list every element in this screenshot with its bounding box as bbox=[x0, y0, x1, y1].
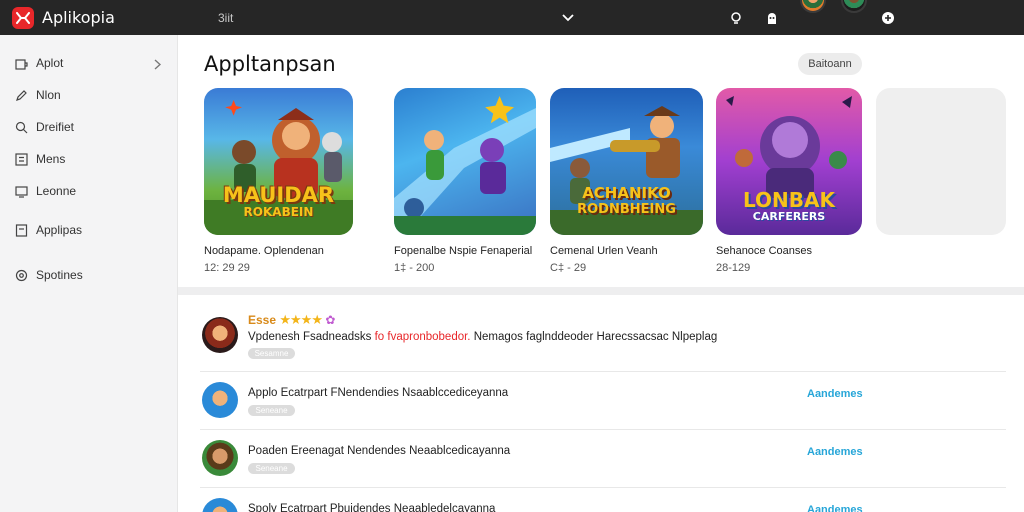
sidebar-item-label: Aplot bbox=[36, 56, 64, 70]
game-artwork bbox=[394, 88, 536, 235]
puzzle-icon bbox=[14, 56, 28, 70]
card-title: Fopenalbe Nspie Fenaperial bbox=[394, 245, 533, 257]
app-card-placeholder[interactable] bbox=[876, 88, 1006, 235]
pen-icon bbox=[14, 88, 28, 102]
gear-icon bbox=[14, 268, 28, 282]
divider bbox=[200, 487, 1006, 488]
sidebar-item-label: Leonne bbox=[36, 184, 77, 198]
sidebar-item-label: Nlon bbox=[36, 88, 61, 102]
sidebar-item-label: Spotines bbox=[36, 268, 83, 282]
chevron-right-icon[interactable] bbox=[154, 57, 162, 75]
avatar bbox=[202, 498, 238, 512]
game-banner: ACHANIKO RODNBHEING bbox=[577, 184, 676, 217]
sidebar-item-label: Dreifiet bbox=[36, 120, 75, 134]
sidebar-item-dreifiet[interactable]: Dreifiet bbox=[14, 120, 74, 134]
search-icon bbox=[14, 120, 28, 134]
avatar[interactable] bbox=[800, 0, 826, 13]
game-artwork: LONBAK CARFERERS bbox=[716, 88, 862, 235]
page-title: Appltanpsan bbox=[204, 52, 336, 76]
sidebar-item-nlon[interactable]: Nlon bbox=[14, 88, 61, 102]
app-card[interactable]: LONBAK CARFERERS Sehanoce Coanses 28-129 bbox=[716, 88, 862, 274]
review-action-link[interactable]: Aandemes bbox=[807, 504, 863, 512]
sidebar-item-applipas[interactable]: Applipas bbox=[14, 223, 82, 237]
search-input[interactable]: 3iit bbox=[210, 5, 582, 31]
review-action-link[interactable]: Aandemes bbox=[807, 388, 863, 400]
search-text: 3iit bbox=[218, 10, 234, 25]
chevron-down-icon[interactable] bbox=[562, 11, 574, 25]
sidebar-item-aplot[interactable]: Aplot bbox=[14, 56, 63, 70]
section-divider bbox=[178, 287, 1024, 295]
divider bbox=[200, 429, 1006, 430]
review-action-link[interactable]: Aandemes bbox=[807, 446, 863, 458]
app-card[interactable]: Fopenalbe Nspie Fenaperial 1‡ - 200 bbox=[394, 88, 536, 274]
review-text: Spoly Ecatrpart Pbuidendes Neaabledelcay… bbox=[248, 503, 496, 512]
brand[interactable]: Aplikopia bbox=[0, 6, 200, 29]
card-meta: C‡ - 29 bbox=[550, 262, 587, 274]
status-badge: Seneane bbox=[248, 405, 295, 416]
card-meta: 12: 29 29 bbox=[204, 262, 250, 274]
sidebar-item-label: Applipas bbox=[36, 223, 83, 237]
app-logo-icon bbox=[12, 6, 34, 29]
review-text: Vpdenesh Fsadneadsks fo fvapronbobedor. … bbox=[248, 331, 718, 343]
card-title: Cemenal Urlen Veanh bbox=[550, 245, 658, 257]
sidebar-item-mens[interactable]: Mens bbox=[14, 152, 65, 166]
sidebar-item-leonne[interactable]: Leonne bbox=[14, 184, 76, 198]
avatar bbox=[202, 440, 238, 476]
see-all-button[interactable]: Baitoann bbox=[798, 53, 862, 75]
document-icon bbox=[14, 223, 28, 237]
game-banner: LONBAK CARFERERS bbox=[743, 188, 835, 223]
game-artwork: MAUIDAR ROKABEIN bbox=[204, 88, 353, 235]
status-badge: Seneane bbox=[248, 463, 295, 474]
avatar bbox=[202, 382, 238, 418]
user-add-icon[interactable] bbox=[876, 6, 900, 30]
app-card[interactable]: ACHANIKO RODNBHEING Cemenal Urlen Veanh … bbox=[550, 88, 703, 274]
top-bar: Aplikopia 3iit bbox=[0, 0, 1024, 35]
game-artwork: ACHANIKO RODNBHEING bbox=[550, 88, 703, 235]
review-text: Applo Ecatrpart FNendendies Nsaablccedic… bbox=[248, 387, 509, 399]
notification-icon[interactable] bbox=[724, 6, 748, 30]
sidebar-item-spotines[interactable]: Spotines bbox=[14, 268, 83, 282]
card-title: Nodapame. Oplendenan bbox=[204, 245, 324, 257]
review-header: Esse ★★★★ ✿ bbox=[248, 312, 335, 328]
star-rating: ★★★★ bbox=[279, 312, 323, 327]
card-title: Sehanoce Coanses bbox=[716, 245, 813, 257]
monitor-icon bbox=[14, 184, 28, 198]
game-banner: MAUIDAR ROKABEIN bbox=[222, 183, 335, 219]
card-meta: 1‡ - 200 bbox=[394, 262, 435, 274]
reviewer-name: Esse bbox=[248, 313, 277, 327]
sidebar-item-label: Mens bbox=[36, 152, 66, 166]
account-icon[interactable] bbox=[760, 6, 784, 30]
status-badge: Sesamne bbox=[248, 348, 295, 359]
divider bbox=[200, 371, 1006, 372]
avatar[interactable] bbox=[841, 0, 867, 13]
review-text: Poaden Ereenagat Nendendes Neaablcedicay… bbox=[248, 445, 511, 457]
sidebar: Aplot Nlon Dreifiet Mens Leonne Applipas… bbox=[0, 35, 178, 512]
app-card[interactable]: MAUIDAR ROKABEIN Nodapame. Oplendenan 12… bbox=[204, 88, 353, 274]
card-meta: 28-129 bbox=[716, 262, 751, 274]
list-icon bbox=[14, 152, 28, 166]
flower-icon: ✿ bbox=[325, 313, 336, 327]
featured-section: Appltanpsan Baitoann MAUIDAR ROKABEIN No… bbox=[178, 35, 1024, 287]
avatar bbox=[202, 317, 238, 353]
app-name: Aplikopia bbox=[42, 8, 115, 27]
review-list: Esse ★★★★ ✿ Vpdenesh Fsadneadsks fo fvap… bbox=[178, 295, 1024, 512]
